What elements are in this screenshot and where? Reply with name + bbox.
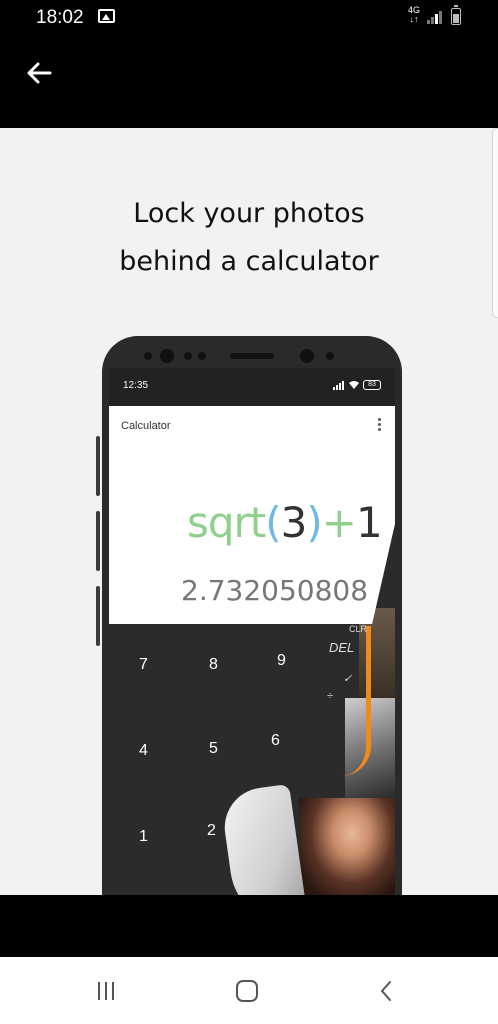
key-7[interactable]: 7: [139, 656, 148, 674]
key-6[interactable]: 6: [271, 732, 280, 750]
bottom-band: [0, 895, 498, 957]
phone-battery-level: 83: [363, 380, 381, 390]
key-2[interactable]: 2: [207, 822, 216, 840]
expression-plus: +: [321, 498, 357, 547]
calculator-title: Calculator: [121, 420, 171, 432]
recent-apps-icon[interactable]: [96, 982, 118, 1000]
key-5[interactable]: 5: [209, 740, 218, 758]
key-8[interactable]: 8: [209, 656, 218, 674]
expression-paren-open: (: [265, 498, 281, 547]
expression-paren-close: ): [306, 498, 322, 547]
back-icon[interactable]: [378, 980, 394, 1002]
headline-line-2: behind a calculator: [119, 246, 379, 277]
calculator-expression: sqrt(3)+1: [187, 498, 383, 547]
key-clear[interactable]: CLR: [349, 624, 367, 634]
gallery-icon: [98, 9, 115, 23]
battery-icon: [451, 5, 461, 25]
calculator-result: 2.732050808: [181, 574, 369, 607]
phone-screen: 12:35 83 Calculator sqrt(3)+1 2.73205080…: [109, 368, 395, 895]
phone-side-button: [96, 511, 100, 571]
key-delete[interactable]: DEL: [329, 640, 354, 655]
phone-side-button: [96, 436, 100, 496]
headline: Lock your photos behind a calculator: [0, 190, 498, 286]
system-nav-bar: [0, 957, 498, 1024]
phone-status-time: 12:35: [123, 380, 149, 391]
expression-function: sqrt: [187, 498, 266, 547]
key-4[interactable]: 4: [139, 742, 148, 760]
signal-icon: [333, 381, 344, 390]
onboarding-content: Lock your photos behind a calculator 12:…: [0, 128, 498, 895]
phone-status-bar: 12:35 83: [109, 368, 395, 406]
signal-icon: [427, 10, 443, 24]
status-time: 18:02: [36, 7, 84, 28]
calculator-display: Calculator sqrt(3)+1 2.732050808: [109, 406, 395, 624]
key-1[interactable]: 1: [139, 828, 148, 846]
key-check[interactable]: ✓: [343, 672, 352, 685]
phone-side-button: [96, 586, 100, 646]
key-9[interactable]: 9: [277, 652, 286, 670]
status-bar: 18:02 4G ↓↑: [0, 0, 498, 34]
key-divide[interactable]: ÷: [327, 690, 333, 702]
expression-number: 3: [280, 498, 308, 547]
network-type-label: 4G ↓↑: [408, 5, 421, 24]
home-icon[interactable]: [236, 980, 258, 1002]
app-bar: [0, 34, 498, 128]
calculator-keypad: 7 8 9 CLR DEL ✓ ÷ 4 5 6 1 2: [109, 624, 395, 895]
headline-line-1: Lock your photos: [133, 198, 365, 229]
phone-top-sensors: [142, 348, 362, 364]
expression-one: 1: [356, 498, 383, 547]
wifi-icon: [349, 381, 359, 389]
arrow-left-icon[interactable]: [24, 58, 54, 88]
phone-mockup: 12:35 83 Calculator sqrt(3)+1 2.73205080…: [96, 336, 402, 895]
network-type: 4G: [408, 5, 421, 15]
phone-status-icons: 83: [333, 380, 381, 392]
more-vert-icon[interactable]: [377, 418, 381, 432]
